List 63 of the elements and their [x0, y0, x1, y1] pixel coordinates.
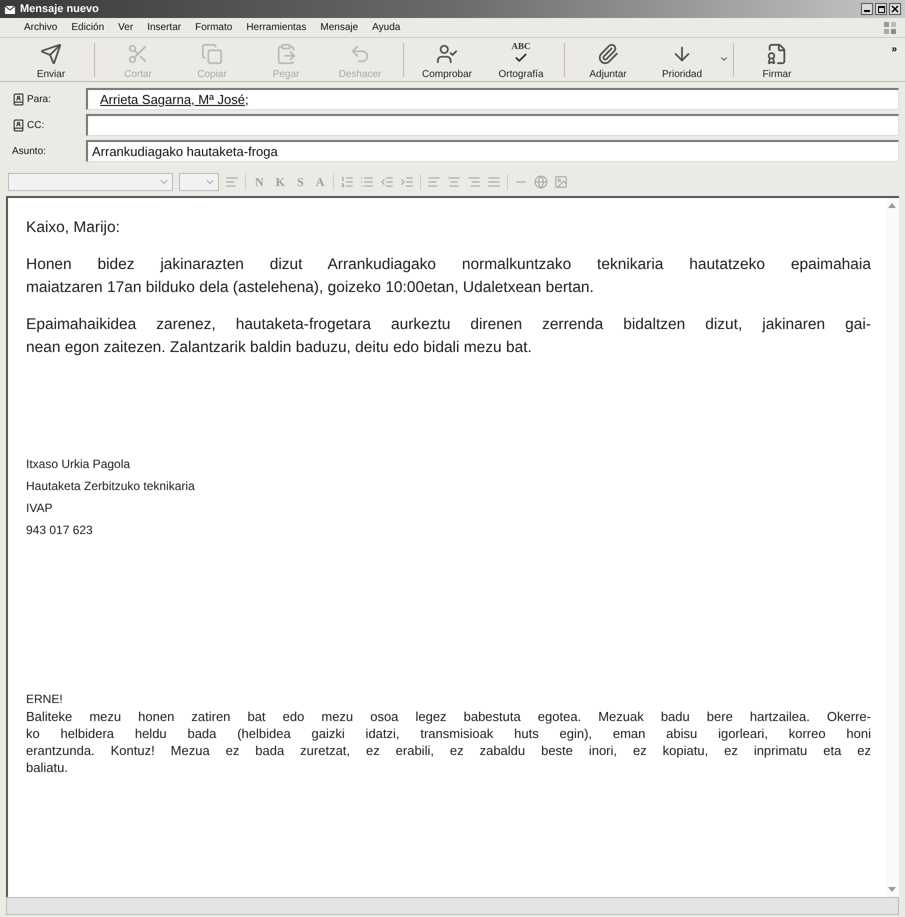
align-left-icon[interactable] — [427, 175, 442, 189]
signature-line: 943 017 623 — [26, 522, 94, 540]
body-paragraph: Epaimahaikidea zarenez, hautaketa-frogetara aurkeztu direnen zerrenda bidaltzen dizut, jakinaren gai- nean egon zaitezen. Zalantzarik baldin baduzu, deitu edo bidali mezu bat. — [26, 315, 871, 358]
input-field[interactable]: Arrankudiagako hautaketa-froga — [86, 140, 899, 162]
notice-title: ERNE! — [26, 691, 64, 708]
justify-icon[interactable] — [487, 175, 502, 189]
outdent-icon[interactable] — [380, 175, 394, 189]
check-icon — [436, 42, 458, 64]
more-chevron-icon[interactable]: » — [891, 42, 897, 57]
image-icon[interactable] — [554, 175, 568, 189]
paste-icon — [275, 42, 297, 64]
menu-item[interactable]: Formato — [195, 20, 232, 35]
menu-item[interactable]: Ver — [118, 20, 134, 35]
address-book-icon[interactable] — [12, 118, 25, 132]
scroll-down-icon[interactable] — [888, 887, 896, 893]
signature-line: IVAP — [26, 500, 54, 518]
window-title: Mensaje nuevo — [20, 2, 99, 17]
size-dropdown[interactable] — [179, 173, 219, 191]
sign-icon — [766, 42, 788, 64]
indent-icon[interactable] — [400, 175, 414, 189]
menu-item[interactable]: Ayuda — [372, 20, 400, 35]
send-icon — [40, 42, 62, 64]
envelope-icon — [4, 3, 16, 15]
font-dropdown[interactable] — [8, 173, 173, 191]
attach-icon — [597, 42, 619, 64]
field-label: CC: — [27, 118, 44, 132]
menu-item[interactable]: Edición — [71, 20, 104, 35]
body-paragraph: Honen bidez jakinarazten dizut Arrankudiagako normalkuntzako teknikaria hautatzeko epaimahaia maiatzaren 17an bilduko dela (astelehena), goizeko 10:00etan, Udaletxean bertan. — [26, 255, 871, 298]
menu-item[interactable]: Mensaje — [320, 20, 358, 35]
globe-icon[interactable] — [534, 175, 548, 189]
signature-line: Itxaso Urkia Pagola — [26, 456, 132, 474]
input-field[interactable] — [86, 114, 899, 136]
undo-icon — [349, 42, 371, 64]
toolbar-button[interactable]: Enviar — [14, 40, 88, 80]
scrollbar[interactable] — [885, 198, 899, 897]
toolbar-button[interactable]: Comprobar — [410, 40, 484, 80]
greeting-text: Kaixo, Marijo: — [26, 218, 121, 238]
numbered-list-icon[interactable] — [340, 175, 354, 189]
address-book-icon[interactable] — [12, 92, 25, 106]
close-button[interactable] — [889, 3, 901, 15]
notice-paragraph: Baliteke mezu honen zatiren bat edo mezu osoa legez babestuta egotea. Mezuak badu bere hartzailea. Okerre- ko helbidera heldu bada (helbidea gaizki idatzi, transmisioak huts egin), eman abisu igorleari, korreo honi erantzunda. Kontuz! Mezua ez bada zuretzat, ez erabili, ez zabaldu beste inori, ez kopiatu, ez inprimatu eta ez baliatu. — [26, 708, 871, 776]
align-right-icon[interactable] — [467, 175, 482, 189]
copy-icon — [201, 42, 223, 64]
signature-line: Hautaketa Zerbitzuko teknikaria — [26, 478, 196, 496]
toolbar-button[interactable]: ABC Ortografía — [484, 40, 558, 80]
menu-item[interactable]: Archivo — [24, 20, 58, 35]
toolbar-button[interactable]: Prioridad — [645, 40, 719, 80]
menu-item[interactable]: Insertar — [147, 20, 182, 35]
paragraph-style-icon[interactable] — [225, 175, 239, 189]
bullet-list-icon[interactable] — [360, 175, 374, 189]
align-center-icon[interactable] — [447, 175, 462, 189]
windows-logo-icon — [883, 20, 897, 34]
field-label: Para: — [27, 92, 51, 106]
scroll-up-icon[interactable] — [888, 202, 896, 208]
input-field[interactable]: Arrieta Sagarna, Mª José; — [86, 88, 899, 110]
menu-item[interactable]: Herramientas — [246, 20, 306, 35]
toolbar-button[interactable]: Adjuntar — [571, 40, 645, 80]
message-body[interactable] — [6, 196, 899, 897]
toolbar-button[interactable]: Firmar — [740, 40, 814, 80]
cut-icon — [127, 42, 149, 64]
minimize-button[interactable] — [861, 3, 873, 15]
maximize-button[interactable] — [875, 3, 887, 15]
field-label: Asunto: — [12, 144, 46, 158]
